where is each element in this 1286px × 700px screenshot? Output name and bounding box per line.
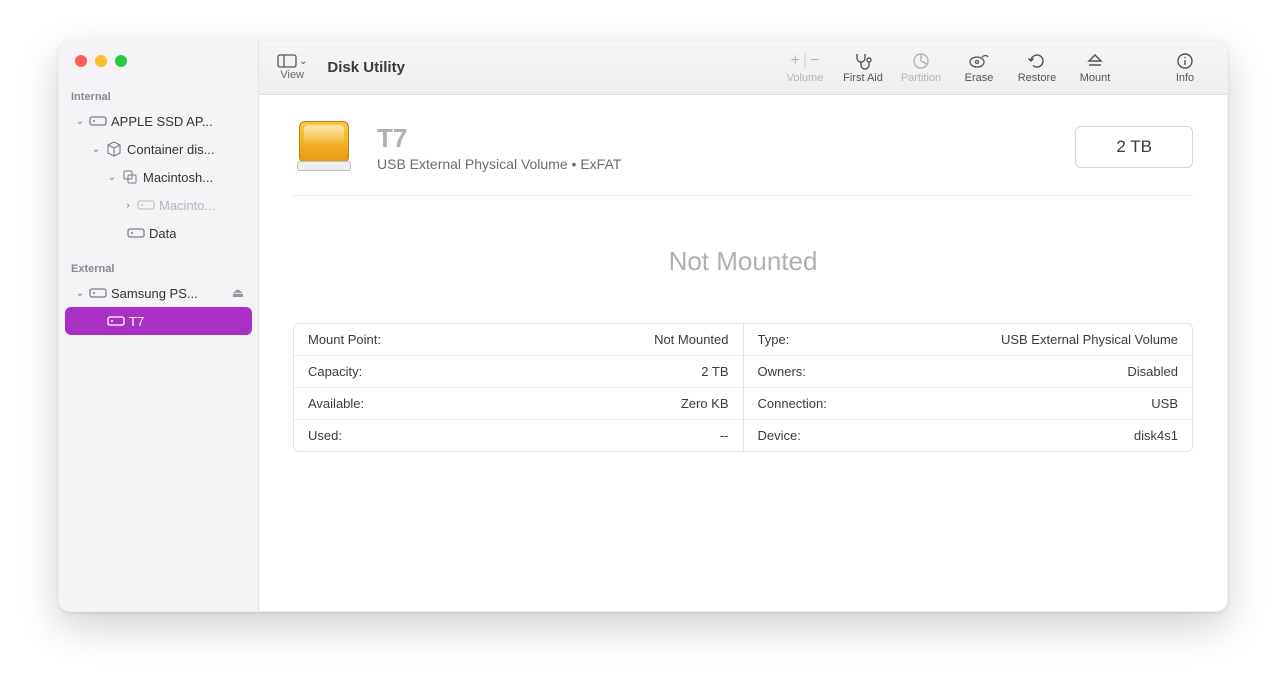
capacity-badge: 2 TB xyxy=(1075,126,1193,168)
erase-button[interactable]: Erase xyxy=(955,51,1003,84)
details-col-left: Mount Point: Not Mounted Capacity: 2 TB … xyxy=(294,324,744,451)
chevron-right-icon: › xyxy=(123,200,133,211)
detail-key: Mount Point: xyxy=(308,332,381,347)
volume-name: T7 xyxy=(377,123,621,154)
detail-value: Disabled xyxy=(1127,364,1178,379)
volume-group-icon xyxy=(121,168,139,186)
close-window-button[interactable] xyxy=(75,55,87,67)
sidebar-item-label: T7 xyxy=(129,314,144,329)
toolbar-label: First Aid xyxy=(843,72,883,84)
chevron-down-icon: ⌄ xyxy=(75,116,85,127)
detail-device: Device: disk4s1 xyxy=(744,420,1193,451)
detail-type: Type: USB External Physical Volume xyxy=(744,324,1193,356)
sidebar-item-macintosh-hd[interactable]: ⌄ Macintosh... xyxy=(65,163,252,191)
detail-key: Device: xyxy=(758,428,801,443)
mount-icon xyxy=(1086,51,1104,71)
zoom-window-button[interactable] xyxy=(115,55,127,67)
detail-key: Available: xyxy=(308,396,364,411)
sidebar-section-internal: Internal xyxy=(59,85,258,107)
hard-disk-icon xyxy=(137,196,155,214)
toolbar-label: Erase xyxy=(965,72,994,84)
eject-icon[interactable]: ⏏ xyxy=(232,285,244,301)
detail-key: Used: xyxy=(308,428,342,443)
view-label: View xyxy=(280,69,304,81)
first-aid-button[interactable]: First Aid xyxy=(839,51,887,84)
sidebar-layout-icon xyxy=(277,54,297,68)
window-title: Disk Utility xyxy=(327,59,405,76)
main: ⌄ View Disk Utility +|− Volume First Aid xyxy=(259,41,1227,611)
detail-key: Type: xyxy=(758,332,790,347)
volume-subtitle: USB External Physical Volume • ExFAT xyxy=(377,156,621,172)
sidebar-item-label: APPLE SSD AP... xyxy=(111,114,213,129)
minimize-window-button[interactable] xyxy=(95,55,107,67)
detail-value: 2 TB xyxy=(701,364,728,379)
container-icon xyxy=(105,140,123,158)
restore-icon xyxy=(1028,51,1046,71)
detail-available: Available: Zero KB xyxy=(294,388,743,420)
sidebar-item-samsung-pssd[interactable]: ⌄ Samsung PS... ⏏ xyxy=(65,279,252,307)
pie-chart-icon xyxy=(912,51,930,71)
hard-disk-icon xyxy=(127,224,145,242)
sidebar-item-apple-ssd[interactable]: ⌄ APPLE SSD AP... xyxy=(65,107,252,135)
hard-disk-icon xyxy=(89,284,107,302)
detail-value: Not Mounted xyxy=(654,332,728,347)
chevron-down-icon: ⌄ xyxy=(75,288,85,299)
detail-used: Used: -- xyxy=(294,420,743,451)
sidebar-item-label: Container dis... xyxy=(127,142,214,157)
detail-value: Zero KB xyxy=(681,396,729,411)
sidebar-item-macintosh-hd-snapshot[interactable]: › Macinto... xyxy=(65,191,252,219)
erase-disk-icon xyxy=(968,51,990,71)
detail-mount-point: Mount Point: Not Mounted xyxy=(294,324,743,356)
info-button[interactable]: Info xyxy=(1161,51,1209,84)
detail-key: Capacity: xyxy=(308,364,362,379)
details-col-right: Type: USB External Physical Volume Owner… xyxy=(744,324,1193,451)
content: T7 USB External Physical Volume • ExFAT … xyxy=(259,95,1227,611)
partition-button: Partition xyxy=(897,51,945,84)
sidebar: Internal ⌄ APPLE SSD AP... ⌄ Container d… xyxy=(59,41,259,611)
mount-button[interactable]: Mount xyxy=(1071,51,1119,84)
chevron-down-icon: ⌄ xyxy=(91,144,101,155)
sidebar-item-container[interactable]: ⌄ Container dis... xyxy=(65,135,252,163)
sidebar-item-label: Macinto... xyxy=(159,198,215,213)
sidebar-item-data[interactable]: Data xyxy=(65,219,252,247)
detail-capacity: Capacity: 2 TB xyxy=(294,356,743,388)
sidebar-item-label: Samsung PS... xyxy=(111,286,198,301)
restore-button[interactable]: Restore xyxy=(1013,51,1061,84)
view-menu[interactable]: ⌄ View xyxy=(277,54,307,81)
detail-value: disk4s1 xyxy=(1134,428,1178,443)
mount-status: Not Mounted xyxy=(293,196,1193,323)
chevron-down-icon: ⌄ xyxy=(107,172,117,183)
sidebar-item-t7[interactable]: T7 xyxy=(65,307,252,335)
sidebar-item-label: Macintosh... xyxy=(143,170,213,185)
minus-icon: − xyxy=(810,52,819,70)
plus-icon: + xyxy=(791,52,800,70)
toolbar-label: Partition xyxy=(901,72,941,84)
window: Internal ⌄ APPLE SSD AP... ⌄ Container d… xyxy=(58,40,1228,612)
volume-header: T7 USB External Physical Volume • ExFAT … xyxy=(293,119,1193,196)
detail-owners: Owners: Disabled xyxy=(744,356,1193,388)
toolbar-label: Mount xyxy=(1080,72,1111,84)
details-table: Mount Point: Not Mounted Capacity: 2 TB … xyxy=(293,323,1193,452)
toolbar-label: Volume xyxy=(787,72,824,84)
detail-value: USB xyxy=(1151,396,1178,411)
chevron-down-icon: ⌄ xyxy=(299,56,307,67)
toolbar: ⌄ View Disk Utility +|− Volume First Aid xyxy=(259,41,1227,95)
window-controls xyxy=(59,55,258,85)
detail-value: USB External Physical Volume xyxy=(1001,332,1178,347)
detail-key: Connection: xyxy=(758,396,827,411)
sidebar-section-external: External xyxy=(59,257,258,279)
detail-connection: Connection: USB xyxy=(744,388,1193,420)
hard-disk-icon xyxy=(107,312,125,330)
sidebar-item-label: Data xyxy=(149,226,176,241)
detail-value: -- xyxy=(720,428,729,443)
info-icon xyxy=(1176,51,1194,71)
stethoscope-icon xyxy=(853,51,873,71)
hard-disk-icon xyxy=(89,112,107,130)
toolbar-label: Info xyxy=(1176,72,1194,84)
toolbar-label: Restore xyxy=(1018,72,1057,84)
detail-key: Owners: xyxy=(758,364,806,379)
volume-button: +|− Volume xyxy=(781,51,829,84)
external-disk-icon xyxy=(293,119,355,175)
